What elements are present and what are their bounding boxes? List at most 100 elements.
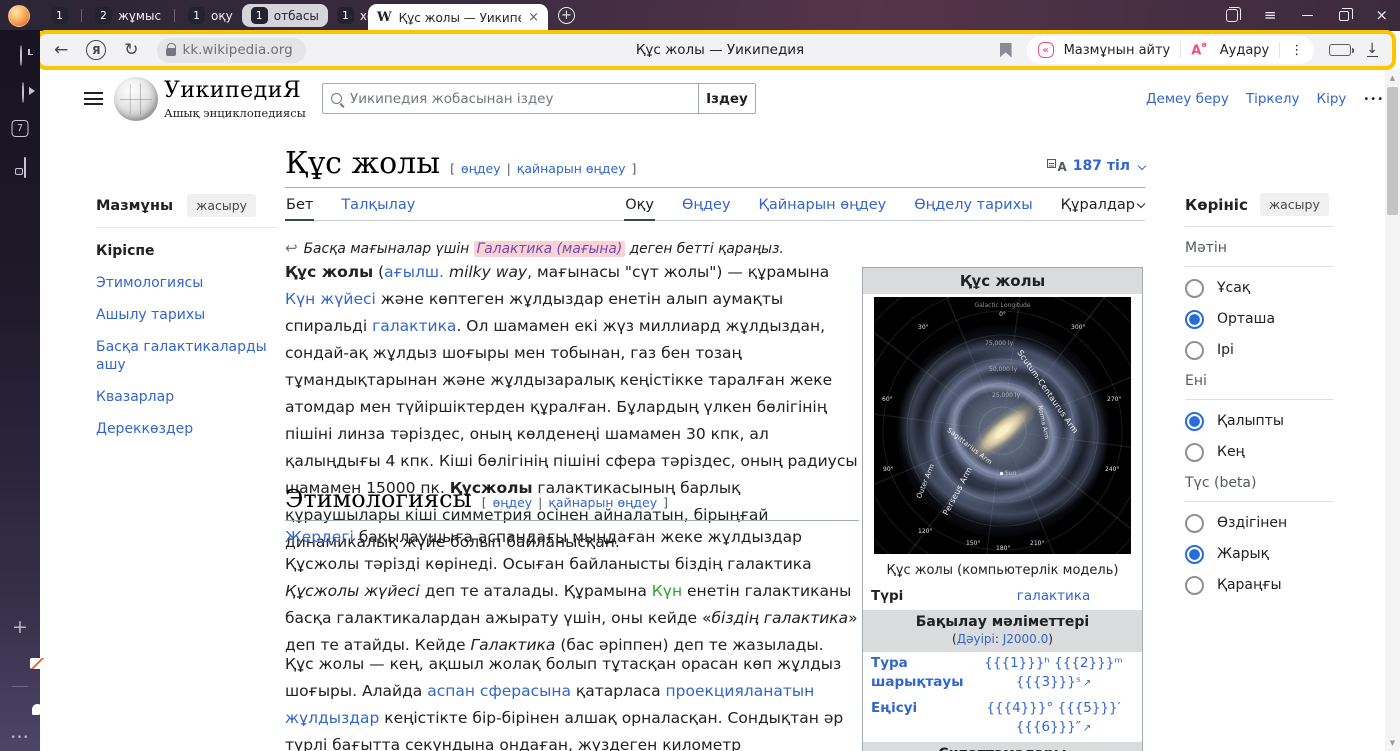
ra-label-link[interactable]: Тура шарықтауы: [871, 654, 973, 692]
battery-icon[interactable]: [1329, 44, 1351, 56]
register-link[interactable]: Тіркелу: [1246, 91, 1300, 107]
milky-way-image[interactable]: Galactic Longitude 0° 30° 300° 60° 270° …: [874, 297, 1131, 554]
wikipedia-globe-logo[interactable]: [114, 77, 158, 121]
radio-icon[interactable]: [1185, 443, 1204, 462]
scrollbar-thumb[interactable]: [1387, 87, 1398, 215]
external-link-icon[interactable]: ↗: [1083, 723, 1091, 734]
toc-item-etymology[interactable]: Этимологиясы: [96, 274, 278, 292]
close-tab-icon[interactable]: ×: [528, 10, 539, 25]
tab-group-study[interactable]: 1 оқу: [179, 4, 242, 27]
tab-group-1[interactable]: 1: [42, 4, 77, 27]
hatnote: ↩Басқа мағыналар үшін Галактика (мағына)…: [285, 239, 857, 257]
tab-edit-source[interactable]: Қайнарын өңдеу: [758, 197, 888, 220]
tab-talk[interactable]: Талқылау: [340, 197, 416, 220]
option-text-small[interactable]: Ұсақ: [1185, 278, 1333, 298]
tab-history[interactable]: Өңделу тарихы: [913, 197, 1033, 220]
hatnote-arrow-icon: ↩: [285, 239, 298, 257]
active-tab[interactable]: W Құс жолы — Уикипеди ×: [368, 4, 548, 31]
donate-link[interactable]: Демеу беру: [1146, 91, 1229, 107]
scroll-down-icon[interactable]: ▼: [1385, 739, 1400, 747]
toc-item-intro[interactable]: Кіріспе: [96, 242, 278, 260]
site-title[interactable]: УикипедиЯ: [164, 78, 301, 103]
login-link[interactable]: Кіру: [1316, 91, 1346, 107]
scroll-up-icon[interactable]: ▲: [1385, 74, 1400, 82]
wiki-menu-icon[interactable]: [84, 92, 103, 105]
edit-source-link[interactable]: қайнарын өңдеу: [517, 161, 626, 176]
galaxy-type-link[interactable]: галактика: [973, 587, 1134, 606]
toc-item-other-galaxies[interactable]: Басқа галактикаларды ашу: [96, 338, 278, 374]
downloads-icon[interactable]: ↓: [1366, 43, 1378, 58]
edit-source-link[interactable]: қайнарын өңдеу: [548, 495, 657, 510]
epoch-value-link[interactable]: J2000.0: [1003, 632, 1049, 646]
tab-group-badge: 1: [188, 7, 205, 24]
link-celestial-sphere[interactable]: аспан сферасына: [427, 682, 571, 700]
option-text-medium[interactable]: Орташа: [1185, 309, 1333, 329]
tab-group-family-selected[interactable]: 1 отбасы: [242, 4, 328, 27]
tab-tools[interactable]: Құралдар: [1060, 197, 1145, 220]
yandex-icon[interactable]: Я: [86, 40, 106, 60]
option-width-wide[interactable]: Кең: [1185, 442, 1333, 462]
image-label: 90°: [883, 467, 894, 473]
radio-icon-checked[interactable]: [1185, 310, 1204, 329]
minimize-icon[interactable]: [1302, 15, 1313, 17]
reload-icon[interactable]: ↻: [124, 42, 138, 59]
link-galaxy[interactable]: галактика: [372, 317, 456, 335]
radio-icon[interactable]: [1185, 341, 1204, 360]
language-button[interactable]: A 187 тіл: [1047, 158, 1145, 174]
tab-page[interactable]: Бет: [285, 197, 314, 221]
image-label: 270°: [1107, 397, 1121, 403]
page-scrollbar[interactable]: ▲ ▼: [1385, 70, 1400, 751]
browser-menu-icon[interactable]: ≡: [1264, 8, 1277, 23]
more-actions-icon[interactable]: ⋮: [1290, 43, 1303, 58]
link-sun[interactable]: Күн: [652, 582, 682, 600]
option-color-light[interactable]: Жарық: [1185, 544, 1333, 564]
sidebar-more-icon[interactable]: •••: [11, 733, 30, 743]
new-tab-button[interactable]: +: [558, 7, 575, 24]
active-tab-title: Құс жолы — Уикипеди: [399, 11, 521, 25]
radio-icon[interactable]: [1185, 514, 1204, 533]
media-icon[interactable]: [22, 82, 24, 103]
option-color-auto[interactable]: Өздігінен: [1185, 513, 1333, 533]
tab-group-badge: 1: [51, 7, 68, 24]
appearance-hide-button[interactable]: жасыру: [1260, 193, 1329, 216]
history-icon[interactable]: [20, 45, 22, 66]
tab-group-work[interactable]: 2 жұмыс: [86, 4, 170, 27]
tabs-panel-icon[interactable]: [1226, 9, 1238, 22]
tab-count-icon[interactable]: 7: [12, 120, 29, 137]
profile-avatar[interactable]: [8, 5, 30, 27]
tab-edit[interactable]: Өңдеу: [681, 197, 732, 220]
url-chip[interactable]: kk.wikipedia.org: [157, 38, 306, 63]
close-icon[interactable]: ×: [1375, 8, 1388, 23]
option-text-large[interactable]: Ірі: [1185, 340, 1333, 360]
radio-icon-checked[interactable]: [1185, 545, 1204, 564]
external-link-icon[interactable]: ↗: [1083, 678, 1091, 689]
article-title-row: Құс жолы [ өңдеу | қайнарын өңдеу ] A 18…: [285, 146, 1145, 181]
user-menu-icon[interactable]: •••: [1363, 94, 1384, 105]
toc-hide-button[interactable]: жасыру: [187, 194, 256, 217]
search-input[interactable]: [350, 91, 690, 107]
translate-button[interactable]: Аудару: [1220, 43, 1270, 58]
edit-link[interactable]: өңдеу: [493, 495, 533, 510]
link-earth[interactable]: Жердегі: [285, 528, 354, 546]
link-solar-system[interactable]: Күн жүйесі: [285, 290, 376, 308]
hatnote-link-highlighted[interactable]: Галактика (мағына): [474, 241, 626, 257]
epoch-link[interactable]: Дәуірі: [957, 632, 995, 646]
sidebar-add-icon[interactable]: +: [12, 618, 28, 637]
dec-label-link[interactable]: Еңісуі: [871, 699, 973, 718]
search-box[interactable]: [322, 83, 699, 114]
option-color-dark[interactable]: Қараңғы: [1185, 575, 1333, 595]
radio-icon-checked[interactable]: [1185, 412, 1204, 431]
toc-item-sources[interactable]: Дереккөздер: [96, 420, 278, 438]
tab-read[interactable]: Оқу: [624, 197, 655, 221]
screencast-icon[interactable]: [24, 157, 26, 178]
toc-item-discovery[interactable]: Ашылу тарихы: [96, 306, 278, 324]
back-icon[interactable]: ←: [54, 42, 68, 59]
restore-icon[interactable]: [1339, 11, 1349, 21]
toc-item-quasars[interactable]: Квазарлар: [96, 388, 278, 406]
radio-icon[interactable]: [1185, 279, 1204, 298]
radio-icon[interactable]: [1185, 576, 1204, 595]
edit-link[interactable]: өңдеу: [461, 161, 501, 176]
search-button[interactable]: Іздеу: [699, 83, 756, 114]
option-width-standard[interactable]: Қалыпты: [1185, 411, 1333, 431]
link-english[interactable]: ағылш.: [384, 263, 444, 281]
